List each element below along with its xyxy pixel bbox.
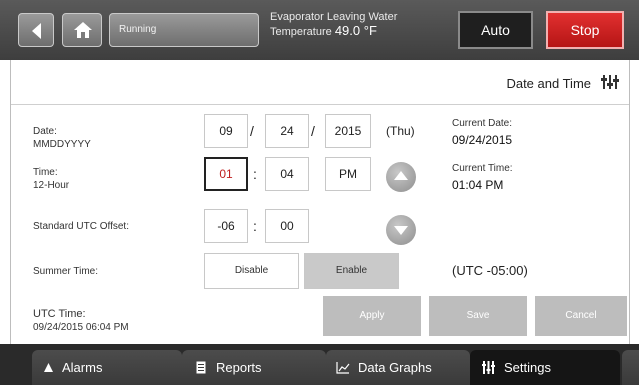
summer-time-enable-button[interactable]: Enable [304,253,399,289]
current-date-value: 09/24/2015 [452,133,513,147]
line-chart-icon [336,362,350,374]
save-button[interactable]: Save [429,296,527,336]
tab-reports-label: Reports [216,360,262,375]
apply-button[interactable]: Apply [323,296,421,336]
tab-reports[interactable]: Reports [182,350,326,385]
document-icon [196,361,206,374]
current-time-value: 01:04 PM [452,178,504,192]
time-mode-hint: 12-Hour [33,180,70,191]
stop-button[interactable]: Stop [546,11,624,49]
summer-time-disable-button[interactable]: Disable [204,253,299,289]
utc-offset-separator: : [253,218,257,234]
date-separator-2: / [311,123,315,139]
tab-data-graphs-label: Data Graphs [358,360,432,375]
time-hour-field[interactable]: 01 [204,157,248,191]
evaporator-reading: Evaporator Leaving Water Temperature 49.… [270,10,440,39]
bottom-navigation: Alarms Reports Data Graphs Settings [0,344,639,385]
tab-settings-label: Settings [504,360,551,375]
back-arrow-icon [32,23,41,39]
reading-value: 49.0 °F [334,23,377,38]
reading-prefix: Temperature [270,26,332,38]
summer-time-label: Summer Time: [33,266,99,277]
title-divider [11,104,629,105]
current-time-label: Current Time: [452,163,513,174]
utc-offset-minutes-field[interactable]: 00 [265,209,309,243]
date-month-field[interactable]: 09 [204,114,248,148]
home-button[interactable] [62,13,102,47]
reading-label: Evaporator Leaving Water [270,11,398,23]
cancel-button[interactable]: Cancel [535,296,627,336]
date-day-field[interactable]: 24 [265,114,309,148]
tab-alarms[interactable]: Alarms [32,350,182,385]
tab-settings[interactable]: Settings [470,350,620,385]
tab-overflow[interactable] [622,350,639,385]
date-format-hint: MMDDYYYY [33,139,91,150]
operating-status-button[interactable]: Running [109,13,259,47]
home-icon [74,22,92,38]
date-time-panel: Date and Time Date: MMDDYYYY 09 / 24 / 2… [10,60,630,344]
bell-icon [44,363,53,372]
time-minute-field[interactable]: 04 [265,157,309,191]
time-ampm-field[interactable]: PM [325,157,371,191]
sliders-icon [482,361,495,374]
page-title: Date and Time [506,76,591,91]
tab-data-graphs[interactable]: Data Graphs [326,350,470,385]
arrow-up-icon [394,171,408,180]
auto-button[interactable]: Auto [458,11,533,49]
settings-sliders-icon [601,75,619,89]
operating-status-label: Running [119,24,157,35]
date-label: Date: [33,126,57,137]
utc-time-label: UTC Time: [33,308,86,320]
utc-offset-hours-field[interactable]: -06 [204,209,248,243]
date-weekday: (Thu) [386,124,415,138]
arrow-down-icon [394,226,408,235]
utc-offset-label: Standard UTC Offset: [33,221,129,232]
header-bar: Running Evaporator Leaving Water Tempera… [0,0,639,60]
decrement-button[interactable] [386,215,416,245]
date-separator-1: / [250,123,254,139]
time-separator: : [253,166,257,182]
back-button[interactable] [18,13,54,47]
increment-button[interactable] [386,162,416,192]
tab-alarms-label: Alarms [62,360,103,375]
utc-time-value: 09/24/2015 06:04 PM [33,322,129,333]
utc-current-offset: (UTC -05:00) [452,263,528,278]
current-date-label: Current Date: [452,118,513,129]
date-year-field[interactable]: 2015 [325,114,371,148]
time-label: Time: [33,167,58,178]
